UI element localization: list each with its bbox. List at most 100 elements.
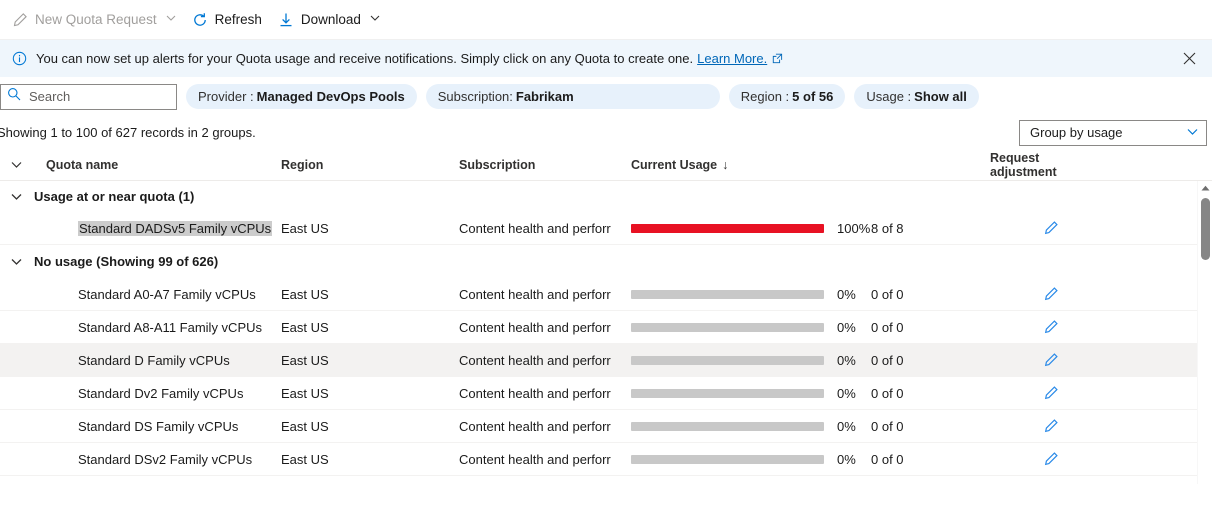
group-by-dropdown[interactable]: Group by usage — [1019, 119, 1207, 146]
external-link-icon[interactable] — [772, 53, 783, 64]
info-banner: You can now set up alerts for your Quota… — [0, 40, 1212, 77]
search-icon — [7, 87, 21, 106]
cell-request-adjustment — [1008, 216, 1212, 240]
cell-current-usage: 0% — [631, 353, 871, 368]
pencil-icon — [12, 12, 28, 28]
filter-pill-region[interactable]: Region : 5 of 56 — [728, 84, 846, 109]
cell-quota-name[interactable]: Standard A0-A7 Family vCPUs — [32, 287, 281, 302]
scrollbar-thumb[interactable] — [1201, 198, 1210, 260]
usage-percent-label: 0% — [837, 352, 856, 368]
refresh-button[interactable]: Refresh — [184, 5, 270, 35]
usage-bar — [631, 355, 824, 365]
table-row[interactable]: Standard DS Family vCPUs East US Content h… — [0, 410, 1212, 443]
table-group-title: Usage at or near quota (1) — [34, 189, 195, 204]
pencil-icon[interactable] — [1039, 216, 1063, 240]
vertical-scrollbar[interactable] — [1197, 181, 1212, 484]
cell-quota-name[interactable]: Standard DADSv5 Family vCPUs — [32, 220, 281, 236]
learn-more-link[interactable]: Learn More. — [697, 51, 767, 66]
column-header-current-usage[interactable]: Current Usage ↓ — [631, 158, 853, 172]
cell-subscription: Content health and perforr — [459, 451, 611, 467]
cell-quota-name[interactable]: Standard DS Family vCPUs — [32, 419, 281, 434]
sort-descending-icon: ↓ — [722, 157, 729, 172]
cell-subscription: Content health and perforr — [459, 385, 611, 401]
collapse-all-chevron-icon[interactable] — [0, 159, 32, 170]
table-group-header[interactable]: Usage at or near quota (1) — [0, 181, 1212, 212]
refresh-label: Refresh — [214, 12, 262, 27]
new-quota-request-label: New Quota Request — [35, 12, 157, 27]
chevron-down-icon — [166, 13, 176, 26]
group-collapse-chevron-icon[interactable] — [0, 191, 32, 202]
usage-bar — [631, 421, 824, 431]
table-row[interactable]: Standard D Family vCPUs East US Content he… — [0, 344, 1212, 377]
close-icon[interactable] — [1176, 46, 1202, 72]
cell-request-adjustment — [1008, 282, 1212, 306]
cell-subscription: Content health and perforr — [459, 418, 611, 434]
column-header-quota-name[interactable]: Quota name — [32, 158, 281, 172]
cell-quota-name[interactable]: Standard A8-A11 Family vCPUs — [32, 320, 281, 335]
pencil-icon[interactable] — [1039, 348, 1063, 372]
group-collapse-chevron-icon[interactable] — [0, 256, 32, 267]
usage-bar — [631, 454, 824, 464]
table-group-header[interactable]: No usage (Showing 99 of 626) — [0, 245, 1212, 278]
cell-usage-count: 0 of 0 — [871, 418, 904, 434]
cell-region: East US — [281, 385, 329, 401]
table-row[interactable]: Standard Dv2 Family vCPUs East US Content … — [0, 377, 1212, 410]
cell-region: East US — [281, 451, 329, 467]
pencil-icon[interactable] — [1039, 381, 1063, 405]
pencil-icon[interactable] — [1039, 447, 1063, 471]
quota-name-text: Standard DSv2 Family vCPUs — [78, 451, 253, 467]
usage-percent-label: 0% — [837, 385, 856, 401]
filter-pill-provider-value: Managed DevOps Pools — [256, 89, 405, 104]
cell-current-usage: 0% — [631, 386, 871, 401]
filter-pill-provider-label: Provider : — [198, 89, 254, 104]
cell-usage-count: 0 of 0 — [871, 451, 904, 467]
filter-pill-usage-value: Show all — [914, 89, 967, 104]
usage-percent-label: 0% — [837, 319, 856, 335]
filter-pill-provider[interactable]: Provider : Managed DevOps Pools — [186, 84, 417, 109]
cell-usage-count: 0 of 0 — [871, 352, 904, 368]
new-quota-request-button[interactable]: New Quota Request — [4, 5, 184, 35]
column-header-current-usage-label: Current Usage — [631, 157, 718, 172]
quota-name-text: Standard D Family vCPUs — [78, 352, 230, 368]
usage-bar — [631, 322, 824, 332]
column-header-region[interactable]: Region — [281, 158, 459, 172]
quota-name-text: Standard DADSv5 Family vCPUs — [78, 220, 273, 236]
cell-quota-name[interactable]: Standard D Family vCPUs — [32, 353, 281, 368]
cell-quota-name[interactable]: Standard Dv2 Family vCPUs — [32, 386, 281, 401]
cell-quota-name[interactable]: Standard DSv2 Family vCPUs — [32, 452, 281, 467]
cell-subscription: Content health and perforr — [459, 319, 611, 335]
cell-usage-count: 0 of 0 — [871, 385, 904, 401]
download-button[interactable]: Download — [270, 5, 388, 35]
cell-current-usage: 0% — [631, 320, 871, 335]
table-row[interactable]: Standard A0-A7 Family vCPUs East US Conten… — [0, 278, 1212, 311]
quota-table: Quota name Region Subscription Current U… — [0, 149, 1212, 484]
download-icon — [278, 12, 294, 28]
column-header-subscription[interactable]: Subscription — [459, 158, 631, 172]
search-input[interactable] — [27, 88, 170, 105]
download-label: Download — [300, 12, 361, 27]
pencil-icon[interactable] — [1039, 414, 1063, 438]
records-summary-row: Showing 1 to 100 of 627 records in 2 gro… — [0, 116, 1212, 149]
pencil-icon[interactable] — [1039, 282, 1063, 306]
cell-request-adjustment — [1008, 381, 1212, 405]
filter-bar: Provider : Managed DevOps Pools Subscrip… — [0, 77, 1212, 116]
table-group-title: No usage (Showing 99 of 626) — [34, 254, 219, 269]
chevron-down-icon — [370, 13, 380, 26]
cell-subscription: Content health and perforr — [459, 220, 611, 236]
filter-pill-subscription-label: Subscription: — [437, 89, 513, 104]
table-row[interactable]: Standard DSv2 Family vCPUs East US Content… — [0, 443, 1212, 476]
table-row[interactable]: Standard A8-A11 Family vCPUs East US Conte… — [0, 311, 1212, 344]
scroll-up-arrow-icon[interactable] — [1198, 181, 1212, 195]
cell-region: East US — [281, 352, 329, 368]
filter-pill-usage[interactable]: Usage : Show all — [854, 84, 979, 109]
usage-percent-label: 0% — [837, 418, 856, 434]
filter-pill-subscription[interactable]: Subscription: Fabrikam — [425, 84, 720, 109]
cell-request-adjustment — [1008, 348, 1212, 372]
cell-request-adjustment — [1008, 414, 1212, 438]
table-row[interactable]: Standard DADSv5 Family vCPUs East US Conte… — [0, 212, 1212, 245]
search-box[interactable] — [0, 83, 177, 110]
cell-subscription: Content health and perforr — [459, 352, 611, 368]
cell-usage-count: 8 of 8 — [871, 220, 904, 236]
cell-current-usage: 0% — [631, 452, 871, 467]
pencil-icon[interactable] — [1039, 315, 1063, 339]
